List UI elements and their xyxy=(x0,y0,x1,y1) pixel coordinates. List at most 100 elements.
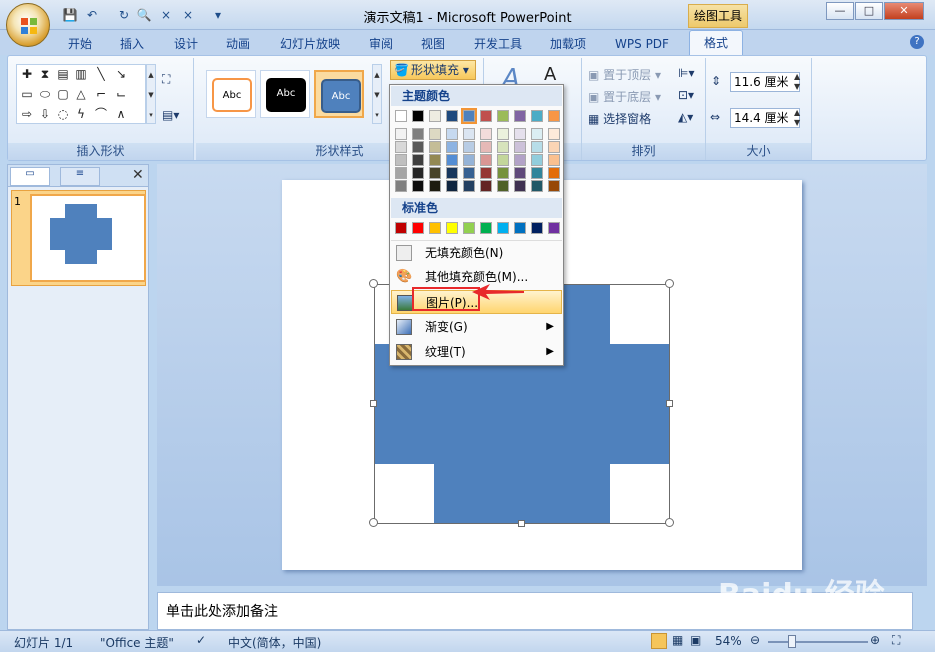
theme-shade-swatch[interactable] xyxy=(429,141,441,153)
minimize-button[interactable]: — xyxy=(826,2,854,20)
theme-shade-swatch[interactable] xyxy=(497,154,509,166)
theme-shade-swatch[interactable] xyxy=(497,141,509,153)
height-spinner[interactable]: ▲ ▼ xyxy=(794,72,800,92)
standard-color-swatch[interactable] xyxy=(463,222,475,234)
slides-tab[interactable]: ▭ xyxy=(10,167,50,186)
theme-color-swatch[interactable] xyxy=(412,110,424,122)
theme-shade-swatch[interactable] xyxy=(412,180,424,192)
standard-color-swatch[interactable] xyxy=(531,222,543,234)
standard-color-swatch[interactable] xyxy=(395,222,407,234)
theme-shade-swatch[interactable] xyxy=(395,128,407,140)
triangle-shape-icon[interactable]: △ xyxy=(73,87,89,101)
lightning-shape-icon[interactable]: ϟ xyxy=(73,107,89,121)
slide-sorter-icon[interactable]: ▦ xyxy=(672,633,683,647)
close-panel-icon[interactable]: ✕ xyxy=(132,167,144,183)
theme-shade-swatch[interactable] xyxy=(514,154,526,166)
theme-shade-swatch[interactable] xyxy=(531,180,543,192)
resize-handle-sw[interactable] xyxy=(369,518,378,527)
theme-shade-swatch[interactable] xyxy=(548,154,560,166)
texture-item[interactable]: 纹理(T) ▶ xyxy=(391,340,562,364)
theme-shade-swatch[interactable] xyxy=(480,154,492,166)
shape-gallery-scroll[interactable]: ▲ ▼ ▾ xyxy=(146,64,156,124)
office-button[interactable] xyxy=(6,3,50,47)
theme-shade-swatch[interactable] xyxy=(429,167,441,179)
textbox-shape-icon[interactable]: ▤ xyxy=(55,67,71,81)
theme-shade-swatch[interactable] xyxy=(463,141,475,153)
theme-shade-swatch[interactable] xyxy=(429,154,441,166)
spellcheck-icon[interactable]: ✓ xyxy=(196,633,206,647)
style-preset-orange[interactable]: Abc xyxy=(206,70,256,118)
maximize-button[interactable]: □ xyxy=(855,2,883,20)
theme-shade-swatch[interactable] xyxy=(463,128,475,140)
theme-shade-swatch[interactable] xyxy=(412,167,424,179)
outline-tab[interactable]: ≡ xyxy=(60,167,100,186)
oval-shape-icon[interactable]: ⬭ xyxy=(37,87,53,101)
theme-shade-swatch[interactable] xyxy=(480,128,492,140)
theme-shade-swatch[interactable] xyxy=(531,128,543,140)
theme-color-swatch[interactable] xyxy=(548,110,560,122)
theme-shade-swatch[interactable] xyxy=(480,167,492,179)
theme-shade-swatch[interactable] xyxy=(429,180,441,192)
freeform-shape-icon[interactable]: ∧ xyxy=(113,107,129,121)
resize-handle-nw[interactable] xyxy=(369,279,378,288)
no-fill-item[interactable]: 无填充颜色(N) xyxy=(391,240,562,264)
standard-color-swatch[interactable] xyxy=(548,222,560,234)
hourglass-shape-icon[interactable]: ⧗ xyxy=(37,67,53,81)
textbox-icon[interactable]: ▤▾ xyxy=(162,108,179,122)
theme-color-swatch[interactable] xyxy=(480,110,492,122)
tab-design[interactable]: 设计 xyxy=(170,34,202,55)
callout-shape-icon[interactable]: ◌ xyxy=(55,107,71,121)
theme-color-swatch[interactable] xyxy=(446,110,458,122)
tab-developer[interactable]: 开发工具 xyxy=(470,34,526,55)
gradient-item[interactable]: 渐变(G) ▶ xyxy=(391,315,562,339)
resize-handle-w[interactable] xyxy=(370,400,377,407)
theme-shade-swatch[interactable] xyxy=(463,180,475,192)
zoom-out-icon[interactable]: ⊖ xyxy=(750,633,760,647)
close-button[interactable]: ✕ xyxy=(884,2,924,20)
rectangle-shape-icon[interactable]: ▭ xyxy=(19,87,35,101)
resize-handle-se[interactable] xyxy=(665,518,674,527)
theme-shade-swatch[interactable] xyxy=(463,154,475,166)
send-to-back-button[interactable]: ▣ 置于底层 ▾ xyxy=(588,88,661,105)
style-gallery-scroll[interactable]: ▲ ▼ ▾ xyxy=(372,64,382,124)
standard-color-swatch[interactable] xyxy=(514,222,526,234)
normal-view-button[interactable] xyxy=(651,633,667,649)
theme-shade-swatch[interactable] xyxy=(395,180,407,192)
theme-shade-swatch[interactable] xyxy=(497,167,509,179)
elbow-arrow-shape-icon[interactable]: ⌙ xyxy=(113,87,129,101)
arrow-line-shape-icon[interactable]: ↘ xyxy=(113,67,129,81)
theme-shade-swatch[interactable] xyxy=(446,180,458,192)
theme-shade-swatch[interactable] xyxy=(446,128,458,140)
theme-shade-swatch[interactable] xyxy=(446,154,458,166)
cross-shape-icon[interactable]: ✚ xyxy=(19,67,35,81)
theme-shade-swatch[interactable] xyxy=(446,167,458,179)
line-shape-icon[interactable]: ╲ xyxy=(93,67,109,81)
tab-wps-pdf[interactable]: WPS PDF xyxy=(612,34,672,55)
shape-gallery[interactable]: ✚ ⧗ ▤ ▥ ╲ ↘ ▭ ⬭ ▢ △ ⌐ ⌙ ⇨ ⇩ ◌ ϟ ⌒ ∧ xyxy=(16,64,146,124)
theme-shade-swatch[interactable] xyxy=(548,180,560,192)
theme-shade-swatch[interactable] xyxy=(531,167,543,179)
theme-shade-swatch[interactable] xyxy=(548,167,560,179)
slide-thumbnail[interactable] xyxy=(30,194,146,282)
arc-shape-icon[interactable]: ⌒ xyxy=(93,107,109,121)
theme-shade-swatch[interactable] xyxy=(395,154,407,166)
theme-shade-swatch[interactable] xyxy=(429,128,441,140)
theme-color-swatch[interactable] xyxy=(531,110,543,122)
resize-handle-s[interactable] xyxy=(518,520,525,527)
standard-color-swatch[interactable] xyxy=(497,222,509,234)
tab-addins[interactable]: 加载项 xyxy=(546,34,590,55)
theme-shade-swatch[interactable] xyxy=(497,180,509,192)
resize-handle-ne[interactable] xyxy=(665,279,674,288)
style-preset-black[interactable]: Abc xyxy=(260,70,310,118)
zoom-in-icon[interactable]: ⊕ xyxy=(870,633,880,647)
style-preset-blue[interactable]: Abc xyxy=(314,70,364,118)
theme-shade-swatch[interactable] xyxy=(480,141,492,153)
theme-shade-swatch[interactable] xyxy=(412,141,424,153)
tab-format[interactable]: 格式 xyxy=(689,30,743,56)
shape-fill-button[interactable]: 🪣 形状填充 ▾ xyxy=(390,60,476,80)
right-arrow-shape-icon[interactable]: ⇨ xyxy=(19,107,35,121)
resize-handle-e[interactable] xyxy=(666,400,673,407)
theme-shade-swatch[interactable] xyxy=(531,154,543,166)
width-input[interactable]: 14.4 厘米 xyxy=(730,108,800,128)
theme-shade-swatch[interactable] xyxy=(514,141,526,153)
